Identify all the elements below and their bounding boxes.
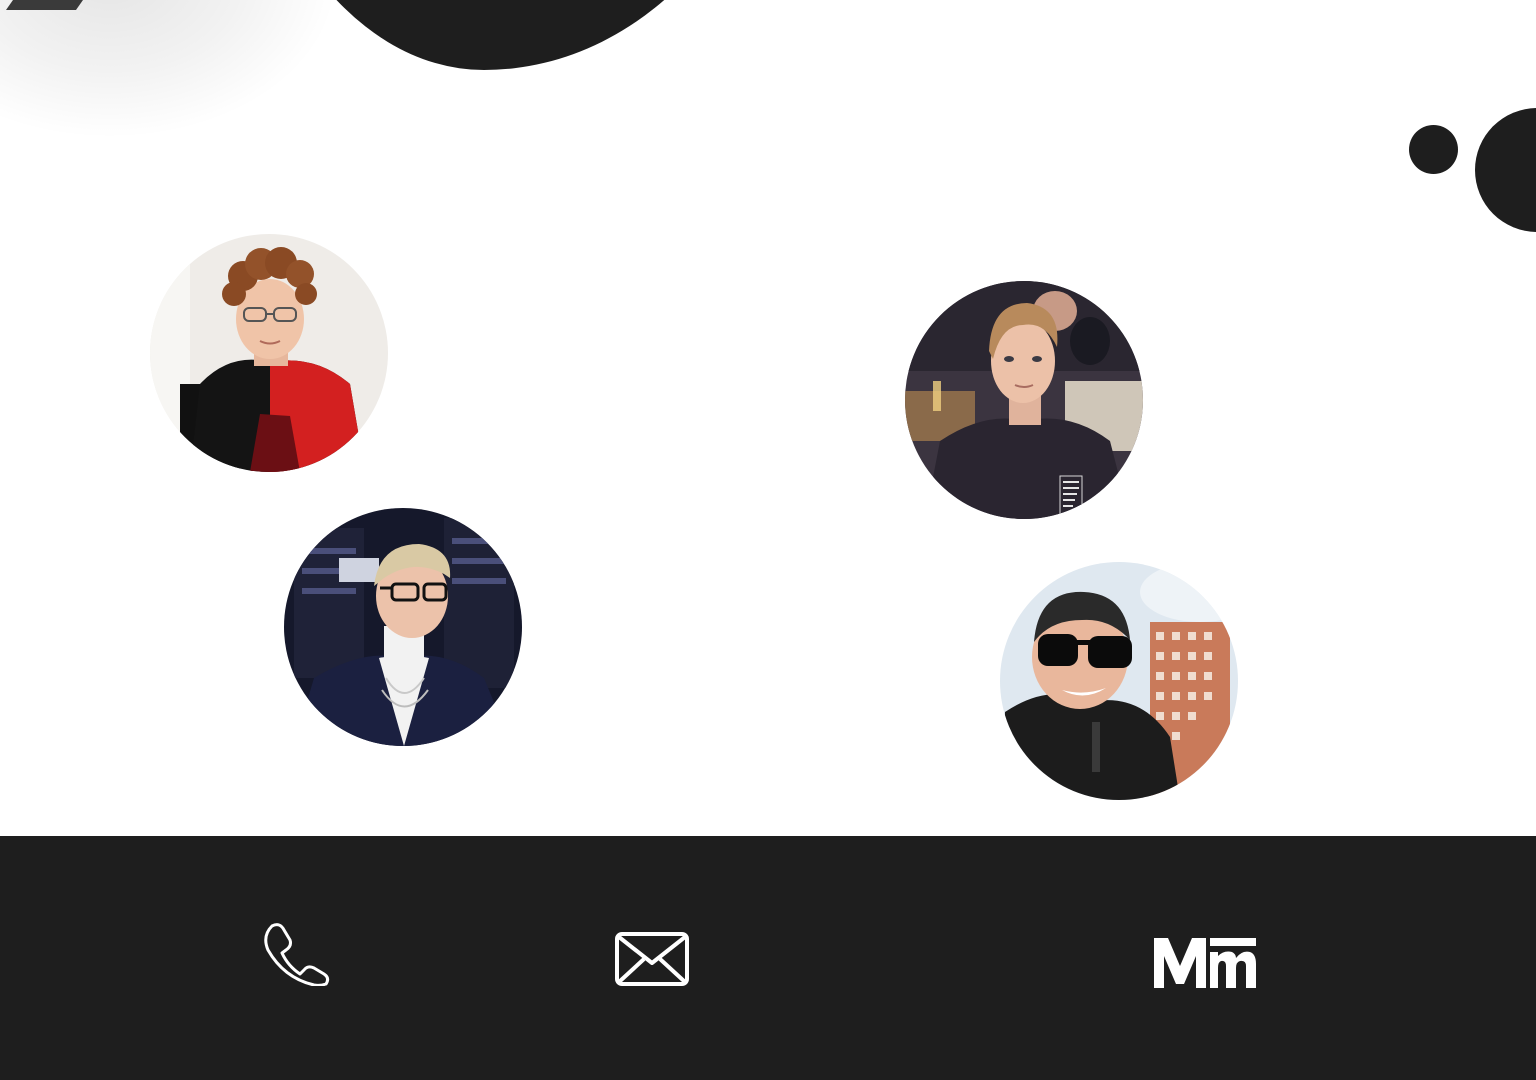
team-member-avatar-3[interactable] <box>905 281 1143 519</box>
team-member-avatar-2[interactable] <box>284 508 522 746</box>
brand-logo-icon <box>1154 938 1256 988</box>
team-member-avatar-1[interactable] <box>150 234 388 472</box>
member-photo-curly-hair-glasses <box>150 234 388 472</box>
team-member-avatar-4[interactable] <box>1000 562 1238 800</box>
decorative-large-dot <box>1475 108 1536 232</box>
member-photo-blond-glasses-suit <box>284 508 522 746</box>
brand-logo-link[interactable] <box>1152 934 1258 990</box>
decorative-small-dot <box>1409 125 1458 174</box>
member-photo-sunglasses-outdoor <box>1000 562 1238 800</box>
phone-icon <box>264 923 330 986</box>
page <box>0 0 1536 1080</box>
member-photo-young-man-dark-sweatshirt <box>905 281 1143 519</box>
decorative-shadow <box>0 0 340 140</box>
mail-icon <box>615 932 689 986</box>
phone-link[interactable] <box>262 922 330 986</box>
mail-link[interactable] <box>614 931 690 987</box>
footer <box>0 836 1536 1080</box>
